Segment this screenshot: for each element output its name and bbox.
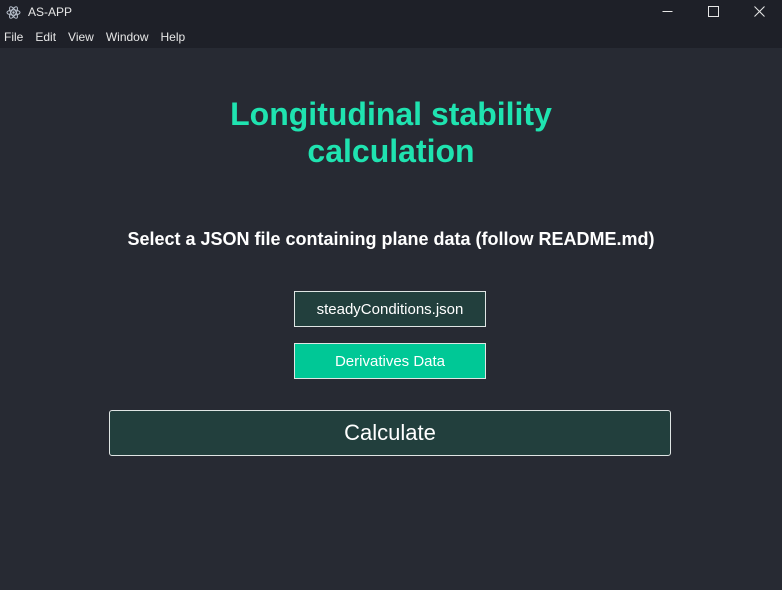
maximize-icon <box>707 4 719 22</box>
menu-file[interactable]: File <box>0 26 29 48</box>
close-icon <box>753 4 765 22</box>
page-title-line-2: calculation <box>307 133 475 169</box>
electron-atom-icon <box>6 5 21 20</box>
select-json-file-button[interactable]: steadyConditions.json <box>294 291 486 327</box>
app-window: AS-APP File Edit View Window Help Longit… <box>0 0 782 590</box>
window-title: AS-APP <box>28 5 73 19</box>
instructions-text: Select a JSON file containing plane data… <box>127 229 655 249</box>
menu-help[interactable]: Help <box>155 26 192 48</box>
main-content: Longitudinal stability calculation Selec… <box>0 48 782 590</box>
menu-bar: File Edit View Window Help <box>0 26 782 48</box>
derivatives-data-button[interactable]: Derivatives Data <box>294 343 486 379</box>
title-bar[interactable]: AS-APP <box>0 0 782 26</box>
page-title: Longitudinal stability calculation <box>191 96 591 170</box>
minimize-icon <box>662 4 673 22</box>
menu-view[interactable]: View <box>62 26 100 48</box>
minimize-button[interactable] <box>644 0 690 26</box>
menu-edit[interactable]: Edit <box>29 26 62 48</box>
calculate-button[interactable]: Calculate <box>109 410 671 456</box>
menu-window[interactable]: Window <box>100 26 155 48</box>
close-button[interactable] <box>736 0 782 26</box>
maximize-button[interactable] <box>690 0 736 26</box>
page-title-line-1: Longitudinal stability <box>230 96 552 132</box>
